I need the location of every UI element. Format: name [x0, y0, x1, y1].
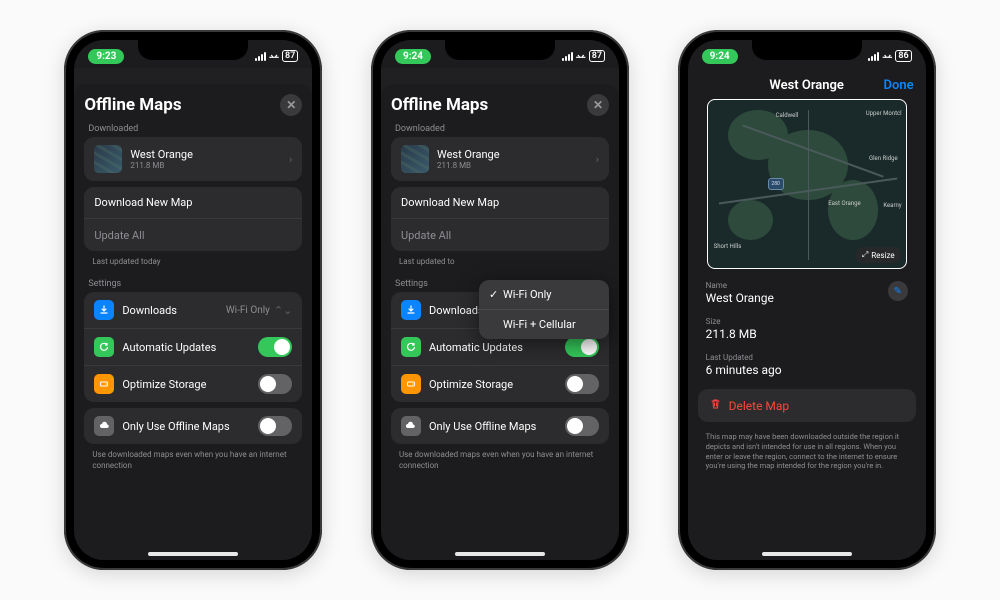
wifi-icon: 䒑 [576, 49, 586, 64]
only-offline-toggle[interactable] [258, 416, 292, 436]
home-indicator[interactable] [762, 552, 852, 556]
update-all-button[interactable]: Update All [84, 219, 302, 251]
offline-maps-sheet: Offline Maps ✕ Downloaded West Orange 21… [74, 84, 312, 560]
only-offline-toggle[interactable] [565, 416, 599, 436]
only-offline-row: Only Use Offline Maps [84, 408, 302, 444]
close-button[interactable]: ✕ [280, 94, 302, 116]
map-row-west-orange[interactable]: West Orange 211.8 MB › [391, 137, 609, 181]
last-updated-text: Last updated to [391, 251, 609, 273]
automatic-updates-row: Automatic Updates [84, 329, 302, 366]
storage-icon [401, 374, 421, 394]
town-label: Short Hills [714, 243, 742, 250]
offline-maps-sheet: Offline Maps ✕ Downloaded West Orange 21… [381, 84, 619, 560]
map-preview[interactable]: 280 Caldwell Upper Montcl Glen Ridge Eas… [707, 99, 907, 269]
map-thumbnail-icon [401, 145, 429, 173]
signal-icon [562, 52, 573, 61]
offline-footer-note: Use downloaded maps even when you have a… [391, 444, 609, 477]
map-name: West Orange [130, 148, 289, 161]
screen-3: 9:24 䒑 86 West Orange Done 280 [688, 40, 926, 560]
last-updated-text: Last updated today [84, 251, 302, 273]
download-icon [401, 300, 421, 320]
home-indicator[interactable] [148, 552, 238, 556]
automatic-updates-toggle[interactable] [565, 337, 599, 357]
chevron-right-icon: › [596, 153, 599, 166]
time-pill: 9:23 [88, 49, 124, 64]
phone-frame-3: 9:24 䒑 86 West Orange Done 280 [678, 30, 936, 570]
edit-name-button[interactable]: ✎ [888, 281, 908, 301]
cloud-slash-icon [401, 416, 421, 436]
cloud-slash-icon [94, 416, 114, 436]
popover-wifi-only[interactable]: ✓ Wi-Fi Only [479, 280, 609, 310]
detail-title: West Orange [740, 78, 874, 93]
town-label: Caldwell [776, 112, 799, 119]
phone-frame-1: 9:23 䒑 87 Offline Maps ✕ Downloaded West… [64, 30, 322, 570]
battery-icon: 87 [589, 50, 605, 62]
downloads-value: Wi-Fi Only [226, 305, 270, 316]
phone-frame-2: 9:24 䒑 87 Offline Maps ✕ Downloaded West… [371, 30, 629, 570]
update-all-button[interactable]: Update All [391, 219, 609, 251]
town-label: Kearny [883, 202, 901, 209]
time-pill: 9:24 [702, 49, 738, 64]
automatic-updates-toggle[interactable] [258, 337, 292, 357]
town-label: Glen Ridge [869, 155, 898, 162]
page-title: Offline Maps [391, 95, 488, 115]
page-title: Offline Maps [84, 95, 181, 115]
optimize-storage-toggle[interactable] [565, 374, 599, 394]
signal-icon [868, 52, 879, 61]
town-label: East Orange [828, 200, 860, 207]
screen-2: 9:24 䒑 87 Offline Maps ✕ Downloaded West… [381, 40, 619, 560]
screen-1: 9:23 䒑 87 Offline Maps ✕ Downloaded West… [74, 40, 312, 560]
trash-icon [710, 398, 721, 413]
map-name: West Orange [437, 148, 596, 161]
resize-button[interactable]: ⤢ Resize [856, 247, 901, 263]
name-row: ✎ Name West Orange [698, 277, 916, 313]
map-row-west-orange[interactable]: West Orange 211.8 MB › [84, 137, 302, 181]
wifi-icon: 䒑 [269, 49, 279, 64]
done-button[interactable]: Done [874, 78, 914, 93]
download-new-map-button[interactable]: Download New Map [84, 187, 302, 219]
refresh-icon [401, 337, 421, 357]
downloads-row[interactable]: Downloads Wi-Fi Only ⌃⌄ [84, 292, 302, 329]
map-thumbnail-icon [94, 145, 122, 173]
optimize-storage-row: Optimize Storage [84, 366, 302, 402]
signal-icon [255, 52, 266, 61]
home-indicator[interactable] [455, 552, 545, 556]
downloaded-section-label: Downloaded [88, 124, 298, 134]
time-pill: 9:24 [395, 49, 431, 64]
checkmark-icon: ✓ [489, 288, 503, 301]
battery-icon: 87 [282, 50, 298, 62]
battery-icon: 86 [895, 50, 911, 62]
notch [445, 40, 555, 60]
offline-footer-note: Use downloaded maps even when you have a… [84, 444, 302, 477]
optimize-storage-row: Optimize Storage [391, 366, 609, 402]
town-label: Upper Montcl [866, 110, 902, 117]
last-updated-row: Last Updated 6 minutes ago [698, 349, 916, 385]
delete-map-button[interactable]: Delete Map [698, 389, 916, 422]
downloads-popover: ✓ Wi-Fi Only Wi-Fi + Cellular [479, 280, 609, 339]
downloaded-section-label: Downloaded [395, 124, 605, 134]
storage-icon [94, 374, 114, 394]
download-new-map-button[interactable]: Download New Map [391, 187, 609, 219]
wifi-icon: 䒑 [882, 49, 892, 64]
map-detail-sheet: West Orange Done 280 Caldwell Upper Mont… [688, 72, 926, 560]
optimize-storage-toggle[interactable] [258, 374, 292, 394]
resize-icon: ⤢ [862, 250, 868, 260]
updown-icon: ⌃⌄ [274, 304, 292, 317]
size-row: Size 211.8 MB [698, 313, 916, 349]
disclaimer-text: This map may have been downloaded outsid… [698, 426, 916, 477]
settings-section-label: Settings [88, 279, 298, 289]
map-size: 211.8 MB [130, 161, 289, 170]
download-icon [94, 300, 114, 320]
popover-wifi-cellular[interactable]: Wi-Fi + Cellular [479, 310, 609, 339]
chevron-right-icon: › [289, 153, 292, 166]
notch [138, 40, 248, 60]
map-size: 211.8 MB [437, 161, 596, 170]
refresh-icon [94, 337, 114, 357]
only-offline-row: Only Use Offline Maps [391, 408, 609, 444]
notch [752, 40, 862, 60]
close-button[interactable]: ✕ [587, 94, 609, 116]
